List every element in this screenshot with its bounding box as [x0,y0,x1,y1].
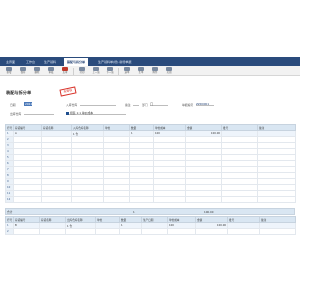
table-cell[interactable] [221,196,258,203]
dept-label: 部门 [142,103,148,107]
table-cell[interactable] [141,228,168,235]
next-button[interactable]: 下一张 [104,67,116,77]
table-cell[interactable] [129,196,154,203]
note-field[interactable] [133,102,139,106]
row-number: 2 [5,228,14,235]
sum-amount: 100.00 [204,210,214,214]
table-cell[interactable] [65,228,96,235]
main-table: 行号 存货编号 存货名称 入库仓库名称 单位 数量 单位成本 金额 批号 备注 1A1 仓 1 100… [5,124,296,203]
status-stamp: 未审核 [59,86,77,97]
save-button[interactable]: 保存 [17,67,29,77]
table-cell[interactable] [41,196,72,203]
page-title: 装配与拆分单 [6,90,32,95]
table-cell[interactable] [103,196,130,203]
in-warehouse-field[interactable] [80,102,116,106]
previous-button[interactable]: 上一张 [90,67,102,77]
table-cell[interactable] [167,228,196,235]
out-warehouse-field[interactable] [24,111,54,115]
table-cell[interactable] [257,196,296,203]
doc-number-field[interactable]: ZZD0001 [196,102,214,106]
date-label: 日期 [10,103,16,107]
toolbar-separator [73,68,74,75]
table-cell[interactable] [95,228,120,235]
sum-label: 合计 [7,210,13,214]
table-cell[interactable] [119,228,142,235]
attachment-button[interactable]: 附件 [149,67,161,77]
dept-field[interactable]: 门 [150,102,168,106]
row-number: 12 [5,196,14,203]
sum-bar: 合计 1 100.00 [5,208,295,215]
window-top [0,0,300,57]
table-cell[interactable] [153,196,186,203]
sub-table: 行号 存货编号 存货名称 出库仓库名称 单位 数量 生产日期 单位成本 金额 批号 备注 1B1 仓… [5,216,296,235]
table-cell[interactable] [259,228,296,235]
tab-new-picking-order[interactable]: 生产领料单(增)-新增单据 [98,58,131,66]
sum-quantity: 1 [133,210,135,214]
table-row[interactable]: 2 [5,228,296,235]
approve-button[interactable]: 审核 [45,67,57,77]
tab-main[interactable]: 主界面 [6,58,15,66]
table-row[interactable]: 12 [5,196,296,203]
toolbar-separator [118,68,119,75]
new-button[interactable]: 新增 [3,67,15,77]
out-warehouse-label: 出库仓库 [10,112,22,116]
tab-production-picking[interactable]: 生产领料 [44,58,56,66]
tab-assembly-order[interactable]: 装配与拆分单 [64,58,89,66]
delete-button[interactable]: 删除 [31,67,43,77]
mode-field[interactable]: 组装 1:1 单价成本 [66,111,126,115]
doc-number-label: 单据编号 [182,103,194,107]
table-cell[interactable] [13,196,42,203]
print-button[interactable]: 打印 [76,67,88,77]
note-label: 备注 [125,103,131,107]
table-cell[interactable] [13,228,40,235]
checkbox-icon [66,111,69,115]
generate-order-button[interactable]: 生单 [135,67,147,77]
unapprove-button[interactable]: 反审 [59,67,71,77]
close-button[interactable]: 关闭 [163,67,175,77]
select-order-button[interactable]: 选单 [121,67,133,77]
table-cell[interactable] [71,196,104,203]
in-warehouse-label: 入库仓库 [66,103,78,107]
date-field[interactable]: 2024- [24,102,33,106]
tab-workbench[interactable]: 工作台 [26,58,35,66]
table-cell[interactable] [195,228,228,235]
table-cell[interactable] [185,196,222,203]
table-cell[interactable] [39,228,66,235]
table-cell[interactable] [227,228,260,235]
